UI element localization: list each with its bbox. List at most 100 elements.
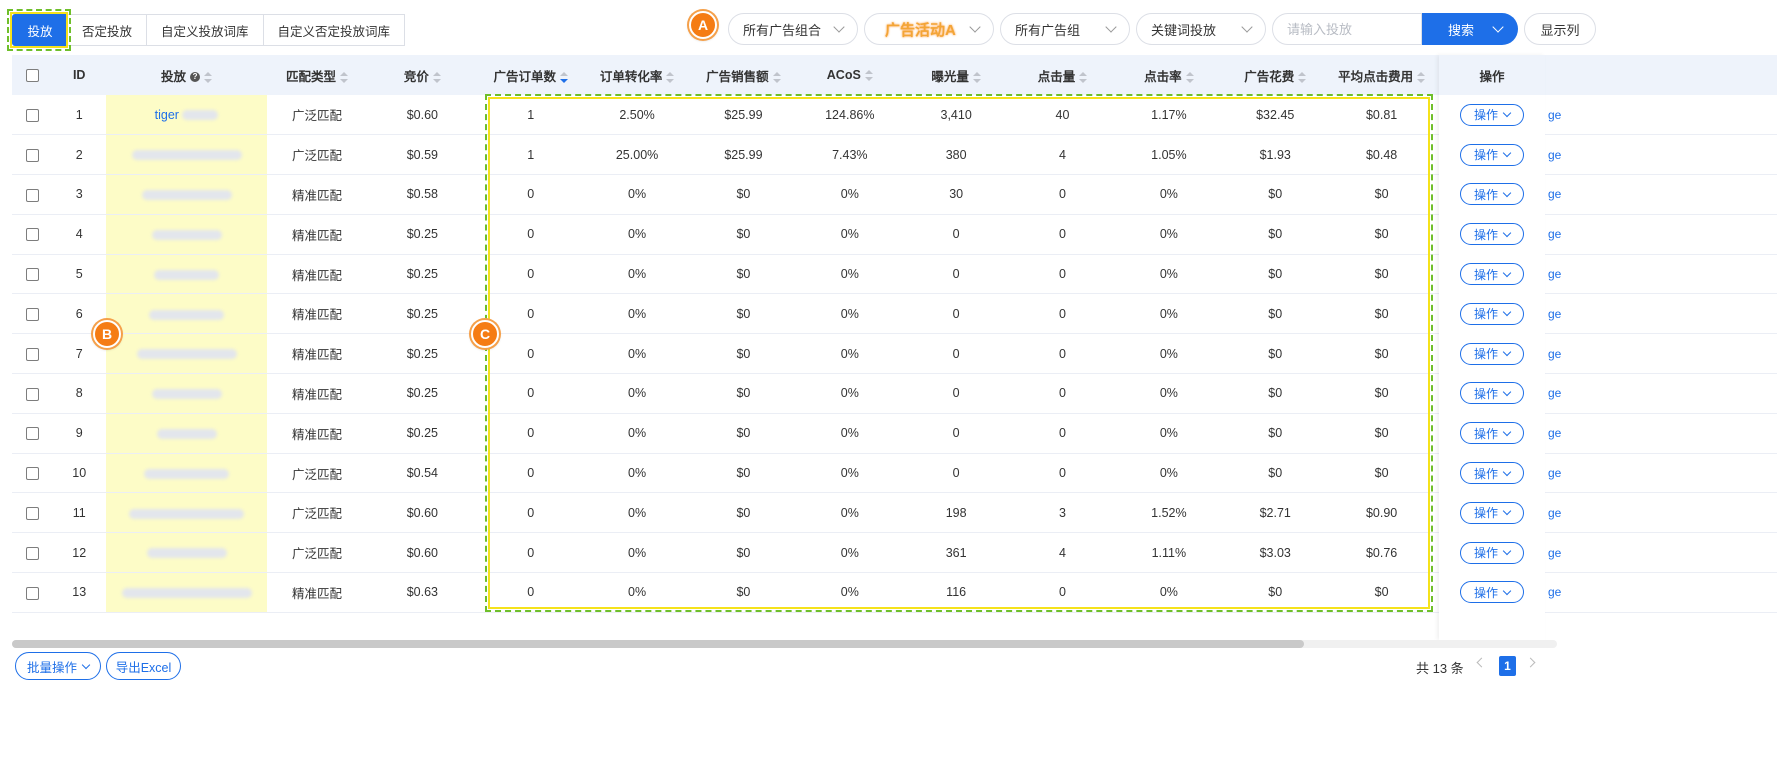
row-select-cell[interactable]: [12, 135, 52, 175]
row-select-cell[interactable]: [12, 294, 52, 334]
sort-icon[interactable]: [772, 71, 781, 83]
row-checkbox[interactable]: [25, 546, 39, 560]
prev-page-icon[interactable]: [1476, 657, 1487, 668]
portfolio-select[interactable]: 所有广告组合: [728, 13, 858, 45]
row-action-button[interactable]: 操作: [1460, 422, 1524, 445]
sort-icon[interactable]: [1417, 71, 1426, 83]
row-checkbox[interactable]: [25, 228, 39, 242]
cell-target[interactable]: [106, 214, 267, 255]
cell-target[interactable]: [106, 572, 267, 613]
sort-icon[interactable]: [204, 71, 213, 83]
trailing-link[interactable]: ge: [1548, 413, 1568, 453]
row-checkbox[interactable]: [25, 387, 39, 401]
trailing-link[interactable]: ge: [1548, 573, 1568, 613]
cell-target[interactable]: [106, 293, 267, 334]
row-select-cell[interactable]: [12, 533, 52, 573]
header-spend[interactable]: 广告花费: [1222, 55, 1328, 95]
row-checkbox[interactable]: [25, 148, 39, 162]
header-impressions[interactable]: 曝光量: [903, 55, 1009, 95]
row-checkbox[interactable]: [25, 188, 39, 202]
trailing-link[interactable]: ge: [1548, 493, 1568, 533]
sort-icon[interactable]: [972, 71, 981, 83]
row-checkbox[interactable]: [25, 427, 39, 441]
cell-target[interactable]: [106, 174, 267, 215]
tab-custom-keyword-library[interactable]: 自定义投放词库: [147, 14, 264, 46]
cell-target[interactable]: [106, 254, 267, 294]
trailing-link[interactable]: ge: [1548, 533, 1568, 573]
scrollbar-thumb[interactable]: [12, 640, 1304, 648]
keyword-link[interactable]: tiger: [155, 108, 179, 122]
cell-target[interactable]: [106, 413, 267, 454]
row-select-cell[interactable]: [12, 493, 52, 533]
search-button[interactable]: 搜索: [1422, 13, 1518, 45]
trailing-link[interactable]: ge: [1548, 135, 1568, 175]
cell-target[interactable]: [106, 492, 267, 533]
cell-target[interactable]: [106, 333, 267, 374]
header-bid[interactable]: 竞价: [367, 55, 477, 95]
row-select-cell[interactable]: [12, 413, 52, 453]
row-select-cell[interactable]: [12, 214, 52, 254]
trailing-link[interactable]: ge: [1548, 453, 1568, 493]
export-excel-button[interactable]: 导出Excel: [106, 652, 181, 680]
sort-icon[interactable]: [1298, 71, 1307, 83]
row-action-button[interactable]: 操作: [1460, 223, 1524, 246]
sort-icon[interactable]: [1079, 71, 1088, 83]
row-action-button[interactable]: 操作: [1460, 183, 1524, 206]
header-orders[interactable]: 广告订单数: [478, 55, 584, 95]
row-action-button[interactable]: 操作: [1460, 581, 1524, 604]
ad-group-select[interactable]: 所有广告组: [1000, 13, 1130, 45]
display-columns-button[interactable]: 显示列: [1524, 13, 1596, 45]
header-select-all[interactable]: [12, 55, 52, 95]
row-select-cell[interactable]: [12, 334, 52, 374]
header-acos[interactable]: ACoS: [797, 55, 903, 95]
next-page-icon[interactable]: [1525, 657, 1536, 668]
trailing-link[interactable]: ge: [1548, 214, 1568, 254]
horizontal-scrollbar[interactable]: [12, 640, 1557, 648]
tab-custom-negative-library[interactable]: 自定义否定投放词库: [263, 14, 406, 46]
trailing-link[interactable]: ge: [1548, 294, 1568, 334]
targeting-type-select[interactable]: 关键词投放: [1136, 13, 1266, 45]
cell-target[interactable]: [106, 453, 267, 493]
row-checkbox[interactable]: [25, 307, 39, 321]
help-icon[interactable]: ?: [190, 72, 201, 83]
trailing-link[interactable]: ge: [1548, 95, 1568, 135]
header-target[interactable]: 投放?: [106, 55, 267, 95]
row-select-cell[interactable]: [12, 453, 52, 493]
row-checkbox[interactable]: [25, 347, 39, 361]
row-action-button[interactable]: 操作: [1460, 302, 1524, 325]
sort-icon[interactable]: [340, 71, 348, 83]
sort-icon[interactable]: [864, 70, 873, 82]
bulk-actions-button[interactable]: 批量操作: [15, 652, 101, 680]
row-checkbox[interactable]: [25, 506, 39, 520]
cell-target[interactable]: [106, 134, 267, 175]
header-sales[interactable]: 广告销售额: [690, 55, 796, 95]
row-action-button[interactable]: 操作: [1460, 501, 1524, 524]
row-action-button[interactable]: 操作: [1460, 103, 1524, 126]
tab-targeting[interactable]: 投放: [12, 14, 68, 46]
search-input[interactable]: [1272, 13, 1422, 45]
row-action-button[interactable]: 操作: [1460, 462, 1524, 485]
row-checkbox[interactable]: [25, 586, 39, 600]
trailing-link[interactable]: ge: [1548, 175, 1568, 215]
trailing-link[interactable]: ge: [1548, 334, 1568, 374]
cell-target[interactable]: [106, 532, 267, 573]
trailing-link[interactable]: ge: [1548, 254, 1568, 294]
row-select-cell[interactable]: [12, 573, 52, 613]
header-clicks[interactable]: 点击量: [1009, 55, 1115, 95]
header-ctr[interactable]: 点击率: [1116, 55, 1222, 95]
sort-icon[interactable]: [1185, 71, 1194, 83]
sort-icon[interactable]: [666, 71, 675, 83]
cell-target[interactable]: tiger: [106, 95, 267, 135]
sort-icon[interactable]: [432, 71, 441, 83]
row-select-cell[interactable]: [12, 254, 52, 294]
campaign-select[interactable]: 广告活动A: [864, 13, 994, 45]
row-action-button[interactable]: 操作: [1460, 541, 1524, 564]
row-checkbox[interactable]: [25, 108, 39, 122]
trailing-link[interactable]: ge: [1548, 374, 1568, 414]
cell-target[interactable]: [106, 373, 267, 414]
row-checkbox[interactable]: [25, 268, 39, 282]
row-checkbox[interactable]: [25, 467, 39, 481]
header-cvr[interactable]: 订单转化率: [584, 55, 690, 95]
row-select-cell[interactable]: [12, 175, 52, 215]
row-action-button[interactable]: 操作: [1460, 342, 1524, 365]
